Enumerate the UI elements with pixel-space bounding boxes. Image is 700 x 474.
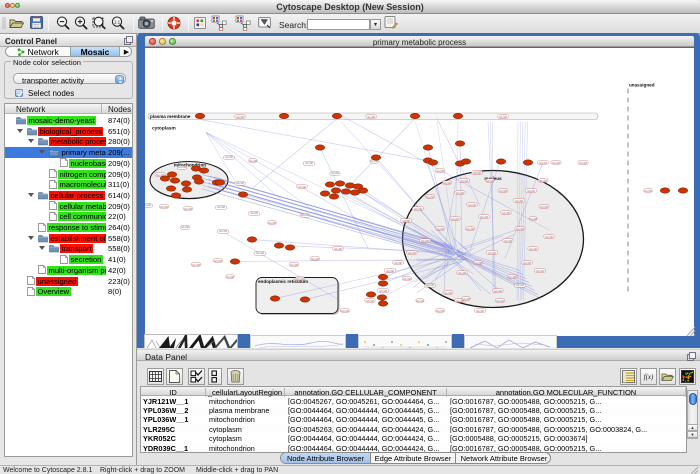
svg-text:Gli-r48: Gli-r48 [466,227,474,231]
svg-text:Gli-r48: Gli-r48 [416,299,424,303]
svg-text:Gli-r48: Gli-r48 [523,261,531,265]
svg-text:Gli-r48: Gli-r48 [217,205,225,209]
svg-text:Gli-r48: Gli-r48 [249,159,257,163]
svg-text:Gli-r48: Gli-r48 [192,263,200,267]
svg-text:Gli-r48: Gli-r48 [184,207,192,211]
svg-text:Gli-r48: Gli-r48 [529,247,537,251]
svg-text:Gli-r48: Gli-r48 [552,161,560,165]
svg-text:Gli-r48: Gli-r48 [426,283,434,287]
svg-text:Gli-r48: Gli-r48 [536,269,544,273]
svg-text:Gli-r48: Gli-r48 [301,213,309,217]
svg-text:Gli-r48: Gli-r48 [236,181,244,185]
svg-text:Gli-r48: Gli-r48 [298,185,306,189]
svg-text:Gli-r48: Gli-r48 [305,161,313,165]
svg-text:Gli-r48: Gli-r48 [458,271,466,275]
svg-text:Gli-r48: Gli-r48 [421,239,429,243]
svg-text:Gli-r48: Gli-r48 [408,251,416,255]
svg-text:cytoplasm: cytoplasm [152,125,176,131]
svg-text:plasma membrane: plasma membrane [150,114,191,119]
svg-text:Gli-r48: Gli-r48 [488,251,496,255]
svg-text:Gli-r48: Gli-r48 [516,283,524,287]
svg-text:Gli-r48: Gli-r48 [379,289,387,293]
svg-text:Gli-r48: Gli-r48 [529,217,537,221]
svg-text:Gli-r48: Gli-r48 [386,269,394,273]
svg-text:Gli-r48: Gli-r48 [508,275,516,279]
svg-text:Gli-r48: Gli-r48 [214,259,222,263]
svg-text:Gli-r48: Gli-r48 [225,155,233,159]
svg-text:Gli-r48: Gli-r48 [219,229,227,233]
svg-text:Gli-r48: Gli-r48 [476,309,484,313]
svg-text:Gli-r48: Gli-r48 [250,211,258,215]
svg-text:Gli-r48: Gli-r48 [311,257,319,261]
svg-text:Gli-r48: Gli-r48 [160,205,168,209]
svg-text:Gli-r48: Gli-r48 [545,235,553,239]
svg-text:Gli-r48: Gli-r48 [499,115,507,119]
svg-text:Gli-r48: Gli-r48 [460,179,468,183]
svg-text:Gli-r48: Gli-r48 [473,171,481,175]
svg-text:Gli-r48: Gli-r48 [426,195,434,199]
svg-text:Gli-r48: Gli-r48 [256,251,264,255]
svg-text:Gli-r48: Gli-r48 [366,299,374,303]
svg-text:Gli-r48: Gli-r48 [494,289,502,293]
svg-text:Gli-r48: Gli-r48 [474,261,482,265]
svg-text:Gli-r48: Gli-r48 [516,227,524,231]
svg-text:Gli-r48: Gli-r48 [444,291,452,295]
svg-text:Gli-r48: Gli-r48 [226,275,234,279]
svg-text:Gli-r48: Gli-r48 [515,199,523,203]
svg-text:Gli-r48: Gli-r48 [236,115,244,119]
svg-text:Gli-r48: Gli-r48 [296,277,304,281]
svg-text:Gli-r48: Gli-r48 [414,207,422,211]
svg-text:Gli-r48: Gli-r48 [539,179,547,183]
svg-text:Gli-r48: Gli-r48 [499,189,507,193]
svg-text:Gli-r48: Gli-r48 [468,203,476,207]
svg-text:Gli-r48: Gli-r48 [456,191,464,195]
svg-text:Gli-r48: Gli-r48 [334,247,342,251]
svg-text:Gli-r48: Gli-r48 [290,263,298,267]
svg-text:Gli-r48: Gli-r48 [502,211,510,215]
svg-text:1:1: 1:1 [114,19,121,24]
svg-text:Gli-r48: Gli-r48 [527,189,535,193]
svg-text:Gli-r48: Gli-r48 [496,299,504,303]
svg-text:Gli-r48: Gli-r48 [486,179,494,183]
svg-text:Gli-r48: Gli-r48 [367,115,375,119]
svg-text:Gli-r48: Gli-r48 [436,227,444,231]
svg-text:Gli-r48: Gli-r48 [644,189,652,193]
svg-text:Gli-r48: Gli-r48 [181,225,189,229]
svg-text:Gli-r48: Gli-r48 [504,239,512,243]
svg-text:Gli-r48: Gli-r48 [402,219,410,223]
svg-text:Gli-r48: Gli-r48 [443,181,451,185]
svg-text:Gli-r48: Gli-r48 [540,205,548,209]
svg-text:Gli-r48: Gli-r48 [394,261,402,265]
svg-text:Gli-r48: Gli-r48 [539,161,547,165]
svg-text:unassigned: unassigned [629,82,655,87]
svg-text:Gli-r48: Gli-r48 [480,215,488,219]
svg-text:Gli-r48: Gli-r48 [436,169,444,173]
svg-text:Gli-r48: Gli-r48 [579,161,587,165]
svg-text:Gli-r48: Gli-r48 [403,277,411,281]
svg-text:Gli-r48: Gli-r48 [462,297,470,301]
svg-text:Gli-r48: Gli-r48 [436,309,444,313]
svg-text:Gli-r48: Gli-r48 [331,171,339,175]
svg-text:Gli-r48: Gli-r48 [268,221,276,225]
svg-text:Gli-r48: Gli-r48 [178,165,186,169]
svg-text:Gli-r48: Gli-r48 [341,309,349,313]
svg-text:Gli-r48: Gli-r48 [145,203,151,207]
svg-text:f(x): f(x) [644,373,654,381]
svg-text:Gli-r48: Gli-r48 [451,217,459,221]
